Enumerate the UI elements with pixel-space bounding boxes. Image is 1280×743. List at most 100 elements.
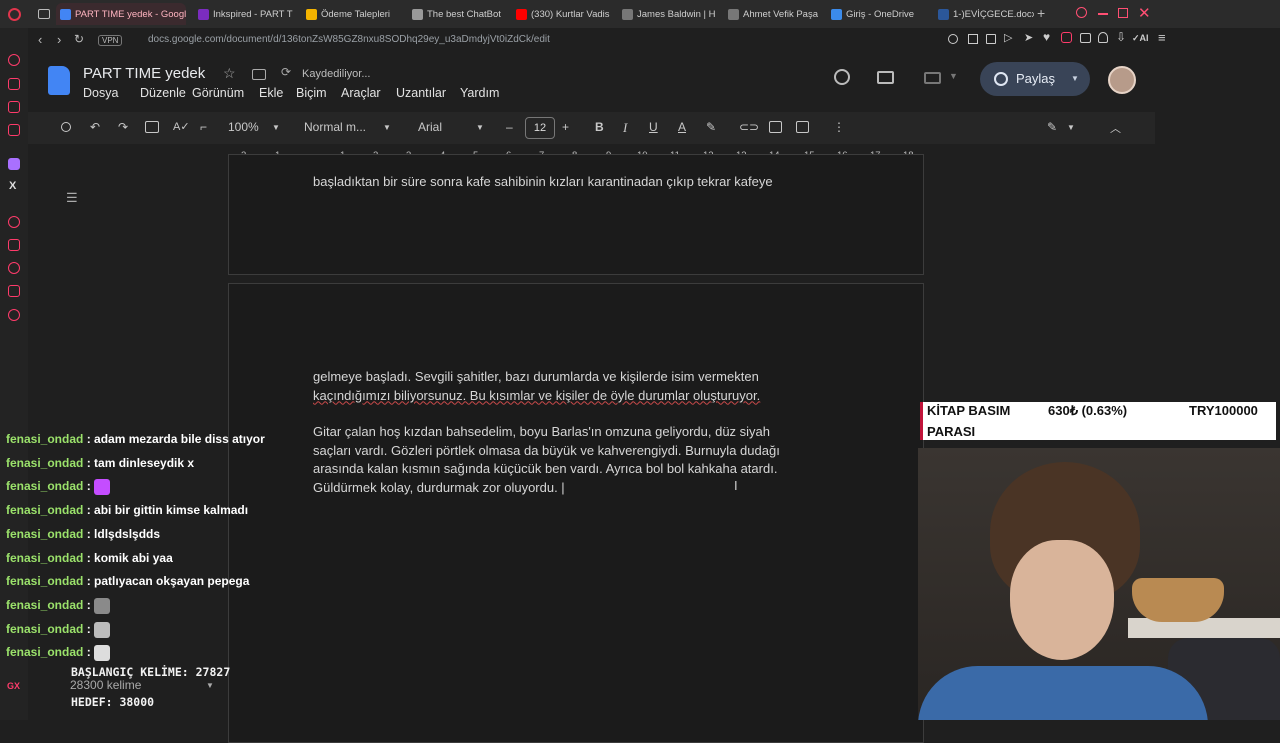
forward-icon[interactable]: › bbox=[57, 32, 61, 47]
sidebar-x-icon[interactable]: X bbox=[9, 180, 16, 192]
play-icon[interactable]: ▷ bbox=[1004, 31, 1012, 44]
workspaces-icon[interactable] bbox=[38, 9, 50, 19]
menu-icon[interactable]: ≡ bbox=[1158, 30, 1166, 45]
menu-item[interactable]: Uzantılar bbox=[396, 86, 446, 100]
insert-link-icon[interactable]: ⊂⊃ bbox=[739, 120, 759, 134]
redo-icon[interactable]: ↷ bbox=[118, 120, 128, 134]
minimize-button[interactable] bbox=[1098, 13, 1108, 15]
paragraph-1[interactable]: gelmeye başladı. Sevgili şahitler, bazı … bbox=[313, 368, 833, 405]
crop-icon[interactable] bbox=[986, 34, 996, 44]
sidebar-messenger-icon[interactable] bbox=[8, 124, 20, 136]
new-tab-button[interactable]: + bbox=[1037, 5, 1045, 21]
browser-tab[interactable]: The best ChatBot bbox=[408, 3, 504, 25]
menu-item[interactable]: Araçlar bbox=[341, 86, 381, 100]
comments-icon[interactable] bbox=[877, 71, 894, 84]
menu-item[interactable]: Biçim bbox=[296, 86, 327, 100]
back-icon[interactable]: ‹ bbox=[38, 32, 42, 47]
sidebar-bookmarks-icon[interactable] bbox=[8, 101, 20, 113]
text-color-icon[interactable]: A bbox=[678, 120, 686, 134]
chat-username[interactable]: fenasi_ondad bbox=[6, 456, 83, 470]
chat-username[interactable]: fenasi_ondad bbox=[6, 551, 83, 565]
font-size-input[interactable]: 12 bbox=[525, 117, 555, 139]
chat-username[interactable]: fenasi_ondad bbox=[6, 645, 83, 659]
menu-item[interactable]: Yardım bbox=[460, 86, 499, 100]
menu-item[interactable]: Ekle bbox=[259, 86, 283, 100]
menu-item[interactable]: Dosya bbox=[83, 86, 118, 100]
sidebar-settings-icon[interactable] bbox=[8, 309, 20, 321]
font-select[interactable]: Arial bbox=[418, 120, 442, 134]
heart-icon[interactable]: ♥ bbox=[1043, 30, 1050, 44]
search-menus-icon[interactable] bbox=[61, 122, 71, 132]
insert-image-icon[interactable] bbox=[796, 121, 809, 133]
browser-tab[interactable]: James Baldwin | H bbox=[618, 3, 718, 25]
chat-username[interactable]: fenasi_ondad bbox=[6, 432, 83, 446]
bold-icon[interactable]: B bbox=[595, 120, 604, 134]
url-field[interactable]: docs.google.com/document/d/136tonZsW85GZ… bbox=[148, 34, 550, 45]
browser-tab[interactable]: Giriş - OneDrive bbox=[827, 3, 929, 25]
undo-icon[interactable]: ↶ bbox=[90, 120, 100, 134]
outline-icon[interactable]: ☰ bbox=[66, 190, 78, 206]
paragraph-2[interactable]: Gitar çalan hoş kızdan bahsedelim, boyu … bbox=[313, 423, 833, 497]
word-count-widget[interactable]: 28300 kelime bbox=[70, 678, 141, 692]
chat-username[interactable]: fenasi_ondad bbox=[6, 503, 83, 517]
docs-logo-icon[interactable] bbox=[48, 66, 70, 95]
sidebar-pin-icon[interactable] bbox=[8, 239, 20, 251]
sidebar-gx-icon[interactable]: GX bbox=[7, 681, 20, 691]
move-folder-icon[interactable] bbox=[252, 69, 266, 80]
browser-tab[interactable]: PART TIME yedek - Google bbox=[56, 3, 186, 25]
hide-menus-icon[interactable]: ︿ bbox=[1110, 120, 1121, 136]
style-dropdown-icon[interactable]: ▼ bbox=[383, 123, 391, 132]
zoom-select[interactable]: 100% bbox=[228, 120, 259, 134]
browser-tab[interactable]: (330) Kurtlar Vadis bbox=[512, 3, 612, 25]
spellcheck-icon[interactable]: A✓ bbox=[173, 120, 190, 133]
chat-username[interactable]: fenasi_ondad bbox=[6, 574, 83, 588]
sidebar-player-icon[interactable] bbox=[8, 216, 20, 228]
browser-tab[interactable]: Inkspired - PART T bbox=[194, 3, 294, 25]
browser-logo-icon[interactable] bbox=[8, 8, 21, 21]
paint-format-icon[interactable]: ⌐ bbox=[200, 120, 207, 134]
style-select[interactable]: Normal m... bbox=[304, 120, 366, 134]
chat-username[interactable]: fenasi_ondad bbox=[6, 598, 83, 612]
search-tabs-icon[interactable] bbox=[1076, 7, 1087, 18]
word-count-dropdown-icon[interactable]: ▼ bbox=[206, 681, 214, 690]
wallet-icon[interactable] bbox=[1080, 33, 1091, 43]
more-options-icon[interactable]: ⋮ bbox=[833, 120, 845, 134]
snapshot-icon[interactable] bbox=[968, 34, 978, 44]
share-button[interactable]: Paylaş ▼ bbox=[980, 62, 1090, 96]
chat-username[interactable]: fenasi_ondad bbox=[6, 622, 83, 636]
underline-icon[interactable]: U bbox=[649, 120, 658, 134]
insert-comment-icon[interactable] bbox=[769, 121, 782, 133]
share-dropdown-icon[interactable]: ▼ bbox=[1071, 74, 1079, 83]
zoom-icon[interactable] bbox=[948, 34, 958, 44]
sidebar-twitch-icon[interactable] bbox=[8, 158, 20, 170]
browser-tab[interactable]: 1-)EVİÇGECE.docx bbox=[934, 3, 1034, 25]
sidebar-home-icon[interactable] bbox=[8, 54, 20, 66]
sidebar-apps-icon[interactable] bbox=[8, 78, 20, 90]
sidebar-history-icon[interactable] bbox=[8, 262, 20, 274]
highlight-icon[interactable]: ✎ bbox=[706, 120, 716, 134]
editing-mode-dropdown-icon[interactable]: ▼ bbox=[1067, 123, 1075, 132]
italic-icon[interactable]: I bbox=[623, 120, 627, 136]
meet-dropdown-icon[interactable]: ▼ bbox=[949, 71, 958, 81]
star-icon[interactable]: ☆ bbox=[223, 65, 236, 82]
page-1-line[interactable]: başladıktan bir süre sonra kafe sahibini… bbox=[313, 173, 833, 192]
sidebar-extensions-icon[interactable] bbox=[8, 285, 20, 297]
ai-icon[interactable]: ✓AI bbox=[1132, 33, 1149, 44]
decrease-font-size-icon[interactable]: – bbox=[506, 120, 513, 134]
download-icon[interactable]: ⇩ bbox=[1116, 30, 1126, 44]
reload-icon[interactable]: ↻ bbox=[74, 32, 84, 46]
chat-username[interactable]: fenasi_ondad bbox=[6, 480, 83, 494]
vpn-badge[interactable]: VPN bbox=[98, 35, 123, 46]
browser-tab[interactable]: Ahmet Vefik Paşa bbox=[724, 3, 820, 25]
maximize-button[interactable] bbox=[1118, 8, 1128, 18]
increase-font-size-icon[interactable]: + bbox=[562, 120, 569, 134]
print-icon[interactable] bbox=[145, 121, 159, 133]
menu-item[interactable]: Düzenle bbox=[140, 86, 186, 100]
user-icon[interactable] bbox=[1098, 32, 1108, 43]
extension-icon[interactable] bbox=[1061, 32, 1072, 43]
meet-icon[interactable] bbox=[924, 72, 941, 84]
zoom-dropdown-icon[interactable]: ▼ bbox=[272, 123, 280, 132]
avatar[interactable] bbox=[1108, 66, 1136, 94]
send-icon[interactable]: ➤ bbox=[1024, 31, 1033, 44]
version-history-icon[interactable] bbox=[834, 69, 850, 85]
